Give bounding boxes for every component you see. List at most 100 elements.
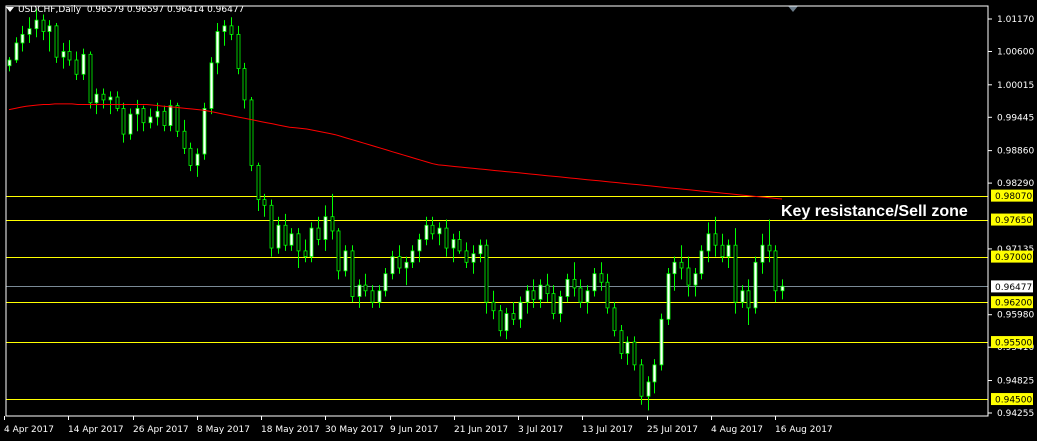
candle bbox=[545, 273, 550, 303]
candle bbox=[47, 20, 52, 52]
candle bbox=[309, 222, 314, 263]
y-tick-label: 0.98290 bbox=[997, 179, 1034, 189]
candle bbox=[585, 285, 590, 314]
candle bbox=[155, 102, 160, 126]
bull-candle-body bbox=[343, 250, 348, 272]
bear-candle-body bbox=[316, 227, 321, 240]
bull-candle-body bbox=[27, 28, 32, 35]
candle bbox=[720, 233, 725, 263]
candle bbox=[410, 245, 415, 268]
bull-candle-body bbox=[693, 273, 698, 286]
bull-candle-body bbox=[7, 59, 12, 67]
candle bbox=[357, 279, 362, 308]
y-tick-label: 0.99445 bbox=[997, 113, 1034, 123]
candle bbox=[61, 42, 66, 69]
candle bbox=[659, 313, 664, 371]
x-tick-label: 26 Apr 2017 bbox=[133, 425, 189, 435]
x-tick-label: 30 May 2017 bbox=[325, 425, 384, 435]
bull-candle-body bbox=[404, 261, 409, 269]
candle bbox=[330, 193, 335, 240]
bear-candle-body bbox=[444, 227, 449, 249]
bull-candle-body bbox=[289, 233, 294, 246]
candle bbox=[478, 239, 483, 263]
candle bbox=[612, 302, 617, 337]
candle bbox=[578, 279, 583, 308]
bull-candle-body bbox=[652, 364, 657, 383]
candle bbox=[121, 102, 126, 143]
candle bbox=[619, 324, 624, 360]
candle bbox=[625, 336, 630, 365]
bull-candle-body bbox=[706, 233, 711, 252]
bear-candle-body bbox=[269, 204, 274, 249]
bear-candle-body bbox=[491, 301, 496, 312]
candle bbox=[565, 273, 570, 303]
bear-candle-body bbox=[175, 105, 180, 132]
bear-candle-body bbox=[229, 25, 234, 35]
candle bbox=[538, 279, 543, 308]
candle bbox=[518, 296, 523, 328]
candle bbox=[592, 267, 597, 297]
bull-candle-body bbox=[585, 290, 590, 303]
candle bbox=[632, 336, 637, 371]
candle bbox=[202, 102, 207, 160]
candle bbox=[74, 51, 79, 80]
candle bbox=[88, 51, 93, 109]
bull-candle-body bbox=[61, 51, 66, 58]
bull-candle-body bbox=[81, 53, 86, 75]
bear-candle-body bbox=[713, 233, 718, 246]
candle bbox=[525, 285, 530, 314]
candle bbox=[67, 40, 72, 66]
candle bbox=[336, 228, 341, 280]
bear-candle-body bbox=[632, 341, 637, 366]
bear-candle-body bbox=[639, 364, 644, 397]
candle bbox=[679, 245, 684, 280]
bear-candle-body bbox=[88, 53, 93, 104]
bull-candle-body bbox=[222, 25, 227, 32]
ohlc-values: 0.96579 0.96597 0.96414 0.96477 bbox=[86, 5, 245, 15]
bull-candle-body bbox=[357, 284, 362, 297]
candle bbox=[262, 193, 267, 217]
bear-candle-body bbox=[397, 256, 402, 269]
bull-candle-body bbox=[740, 290, 745, 303]
bull-candle-body bbox=[592, 273, 597, 292]
bear-candle-body bbox=[303, 250, 308, 257]
candle bbox=[188, 142, 193, 172]
candle bbox=[437, 222, 442, 246]
candle bbox=[94, 88, 99, 115]
bull-candle-body bbox=[666, 273, 671, 320]
chart-shift-marker[interactable] bbox=[788, 6, 798, 12]
candle bbox=[390, 250, 395, 280]
candle bbox=[646, 376, 651, 411]
bull-candle-body bbox=[451, 239, 456, 249]
candle bbox=[699, 245, 704, 280]
candle bbox=[377, 285, 382, 308]
bull-candle-body bbox=[108, 96, 113, 101]
bear-candle-body bbox=[236, 33, 241, 69]
candle bbox=[276, 216, 281, 254]
bear-candle-body bbox=[256, 165, 261, 201]
candle bbox=[14, 37, 19, 63]
candle bbox=[383, 267, 388, 297]
candle bbox=[484, 239, 489, 314]
bull-candle-body bbox=[525, 290, 530, 303]
bull-candle-body bbox=[424, 224, 429, 240]
candle bbox=[713, 216, 718, 257]
bull-candle-body bbox=[195, 153, 200, 166]
bull-candle-body bbox=[47, 25, 52, 32]
level-label: 0.98070 bbox=[995, 192, 1032, 202]
level-label: 0.97650 bbox=[995, 216, 1032, 226]
x-tick-label: 9 Jun 2017 bbox=[390, 425, 438, 435]
bear-candle-body bbox=[188, 147, 193, 166]
dropdown-triangle-icon[interactable] bbox=[6, 7, 14, 12]
price-chart[interactable]: 1.01170 1.00600 1.00015 0.99445 0.98860 0.982… bbox=[0, 0, 1037, 441]
candle bbox=[162, 105, 167, 132]
y-tick-label: 0.94825 bbox=[997, 377, 1034, 387]
symbol-label: USDCHF,Daily bbox=[18, 5, 82, 15]
bull-candle-body bbox=[410, 250, 415, 263]
bull-candle-body bbox=[538, 284, 543, 300]
candle bbox=[457, 230, 462, 254]
x-tick-label: 18 May 2017 bbox=[261, 425, 320, 435]
bear-candle-body bbox=[531, 290, 536, 300]
bull-candle-body bbox=[215, 31, 220, 64]
bear-candle-body bbox=[262, 199, 267, 206]
